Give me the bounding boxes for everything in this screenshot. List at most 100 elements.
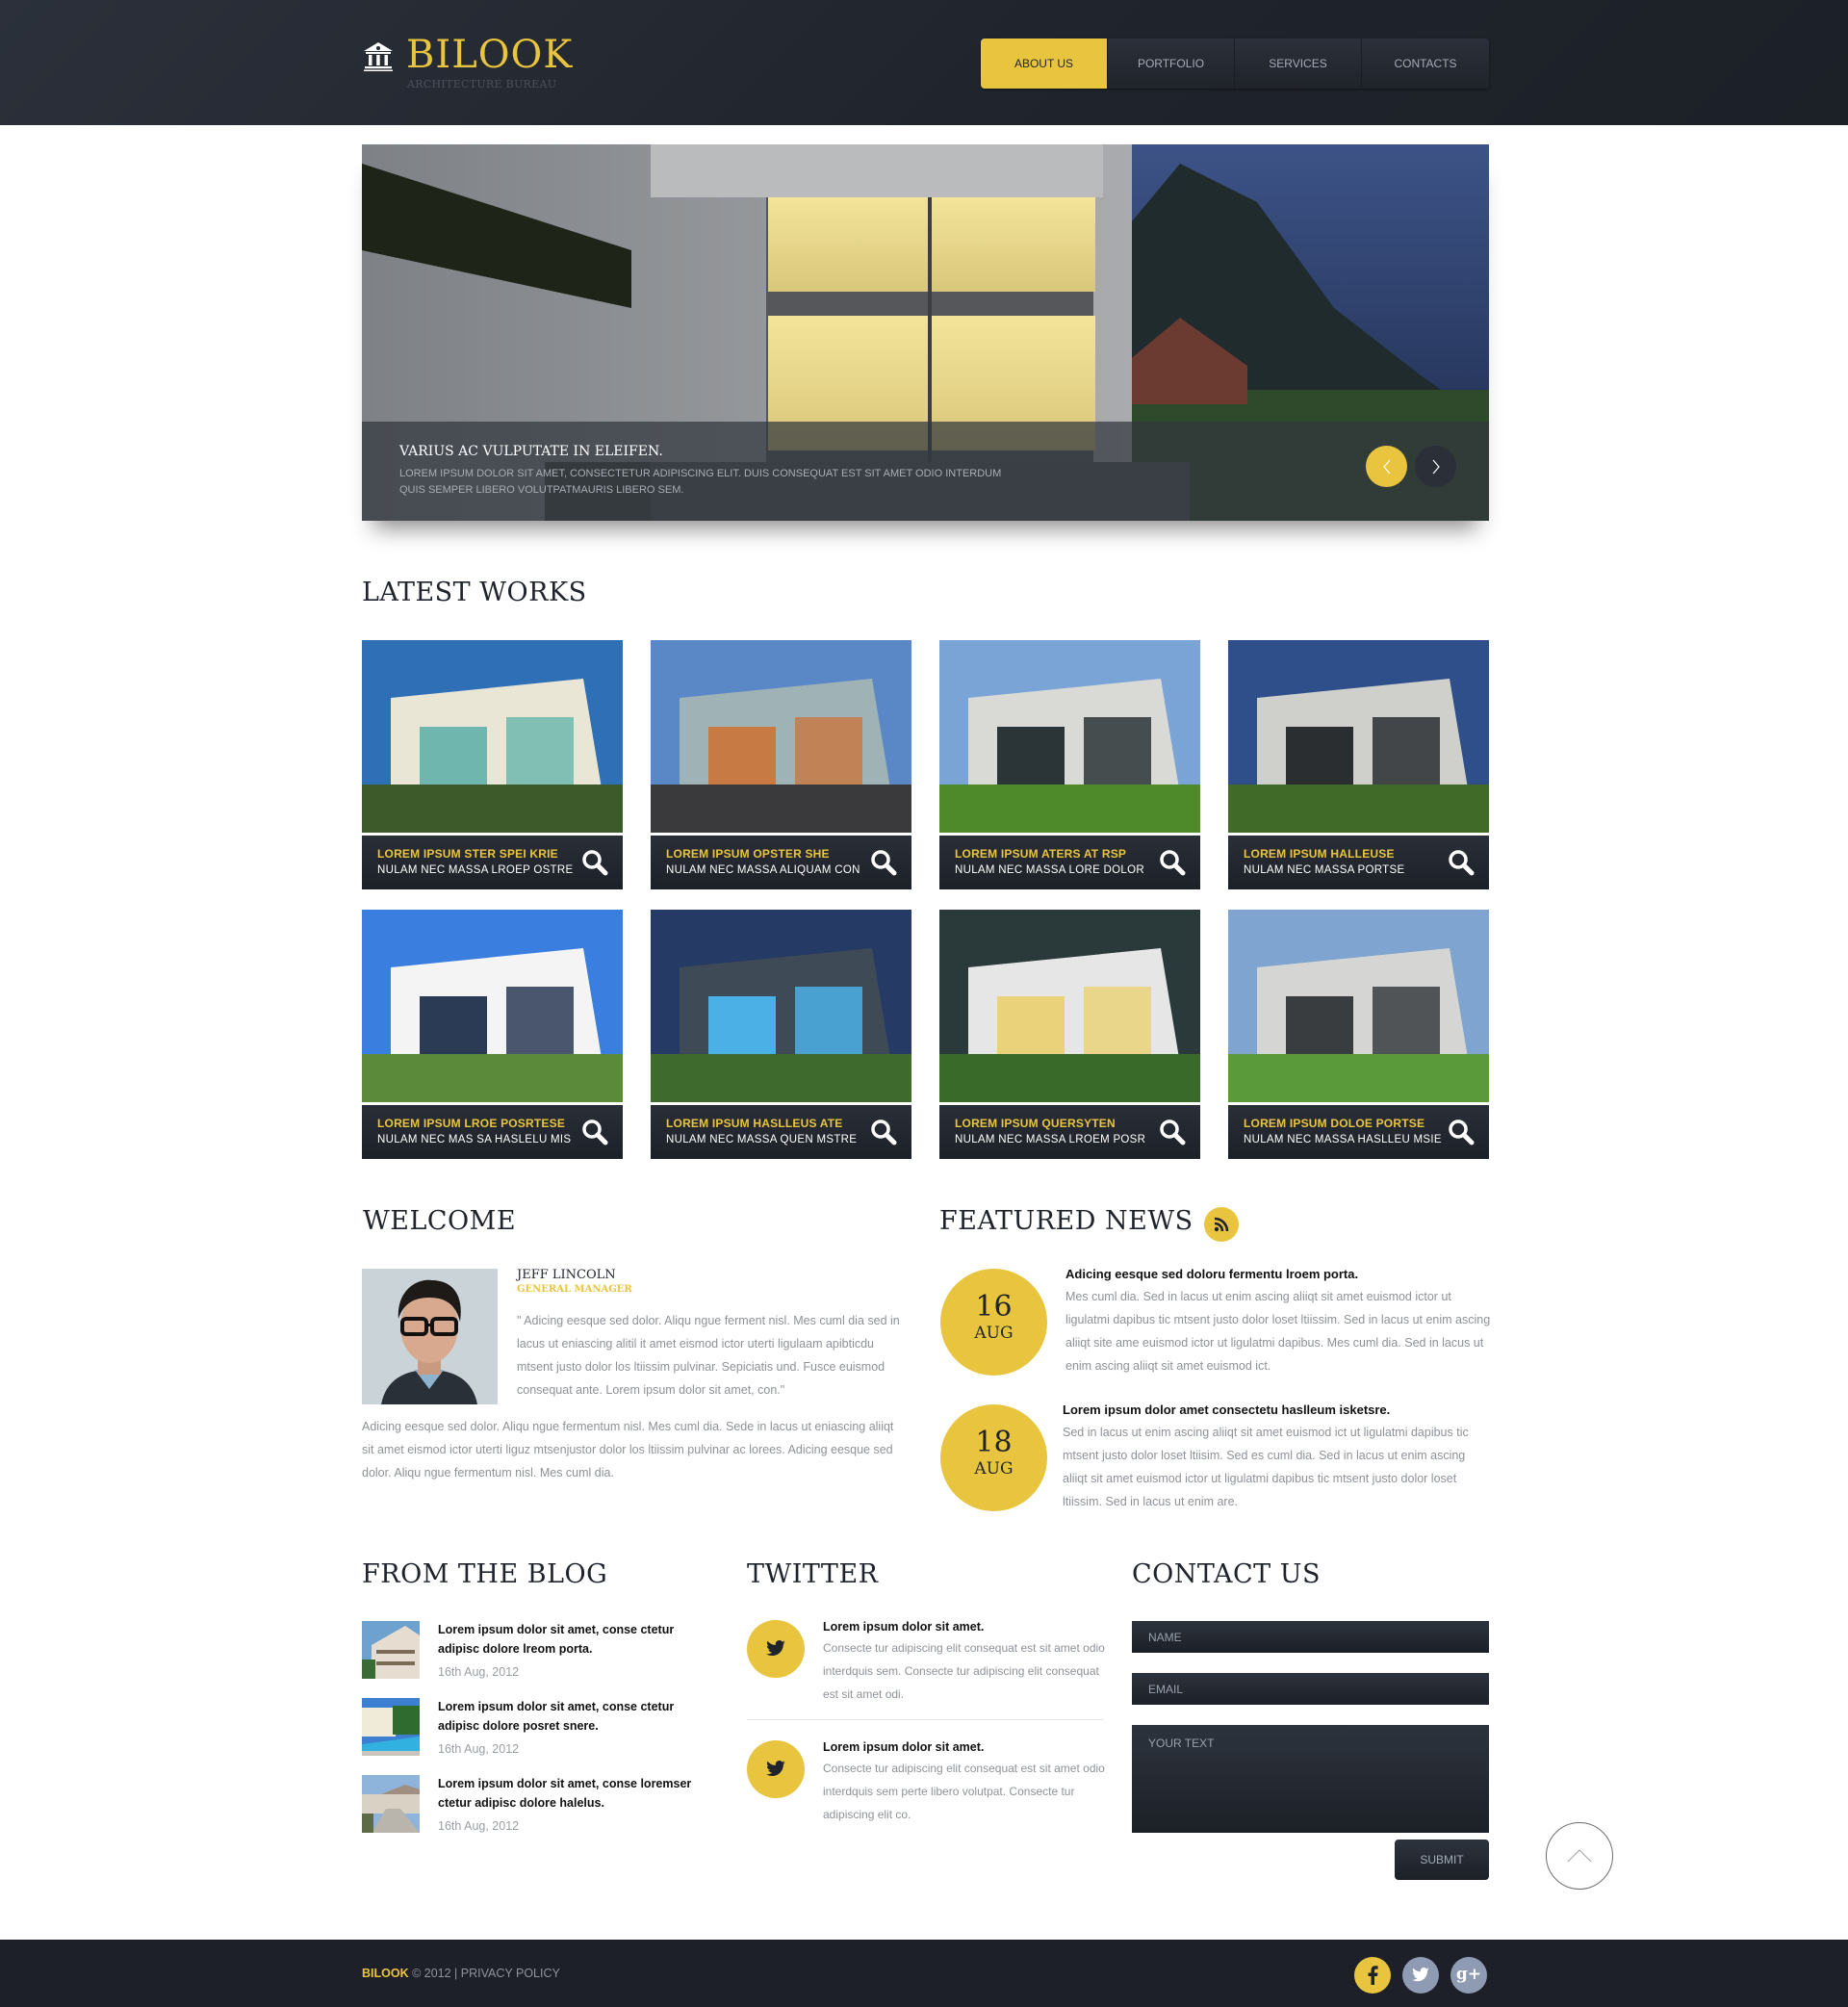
submit-button[interactable]: SUBMIT [1395,1840,1489,1880]
news-text: Sed in lacus ut enim ascing aliiqt sit a… [1063,1426,1469,1508]
work-card[interactable]: LOREM IPSUM DOLOE PORTSE NULAM NEC MASSA… [1228,910,1489,1159]
blog-post-date: 16th Aug, 2012 [438,1819,520,1833]
blog-post-title[interactable]: Lorem ipsum dolor sit amet, conse ctetur… [438,1620,717,1659]
search-icon[interactable] [1159,1119,1186,1145]
work-caption: LOREM IPSUM HASLLEUS ATE NULAM NEC MASSA… [651,1105,911,1159]
email-field[interactable] [1132,1673,1489,1705]
work-title[interactable]: LOREM IPSUM DOLOE PORTSE [1244,1117,1424,1130]
google-plus-button[interactable]: g+ [1450,1957,1487,1994]
slide-title: VARIUS AC VULPUTATE IN ELEIFEN. [399,444,663,459]
search-icon[interactable] [870,849,897,876]
blog-thumbnail[interactable] [362,1775,420,1833]
work-image[interactable] [362,640,623,833]
blog-post-date: 16th Aug, 2012 [438,1665,520,1679]
logo[interactable]: BILOOK ARCHITECTURE BUREAU [362,33,574,90]
work-title[interactable]: LOREM IPSUM QUERSYTEN [955,1117,1116,1130]
work-caption: LOREM IPSUM OPSTER SHE NULAM NEC MASSA A… [651,836,911,889]
chevron-up-icon [1567,1849,1592,1863]
blog-post-title[interactable]: Lorem ipsum dolor sit amet, conse lorems… [438,1774,717,1813]
logo-title: BILOOK [406,33,574,77]
work-title[interactable]: LOREM IPSUM LROE POSRTESE [377,1117,565,1130]
work-card[interactable]: LOREM IPSUM HASLLEUS ATE NULAM NEC MASSA… [651,910,911,1159]
work-title[interactable]: LOREM IPSUM OPSTER SHE [666,847,830,861]
building-columns-icon [364,42,393,71]
logo-tagline: ARCHITECTURE BUREAU [407,78,557,90]
blog-thumbnail[interactable] [362,1698,420,1756]
nav-about-us[interactable]: ABOUT US [981,39,1108,89]
back-to-top-button[interactable] [1546,1822,1613,1890]
blog-thumbnail[interactable] [362,1621,420,1679]
footer-copyright-text: © 2012 | [408,1967,461,1980]
nav-portfolio[interactable]: PORTFOLIO [1108,39,1235,89]
rss-icon [1214,1217,1229,1232]
search-icon[interactable] [1448,849,1475,876]
twitter-button[interactable] [1402,1957,1439,1994]
news-date-day: 18 [975,1426,1013,1459]
twitter-heading: TWITTER [747,1559,879,1589]
work-card[interactable]: LOREM IPSUM LROE POSRTESE NULAM NEC MAS … [362,910,623,1159]
welcome-text: Adicing eesque sed dolor. Aliqu ngue fer… [362,1420,894,1480]
chevron-right-icon [1432,459,1440,474]
work-subtitle: NULAM NEC MASSA ALIQUAM CON [666,864,860,876]
search-icon[interactable] [1448,1119,1475,1145]
news-date-month: AUG [974,1459,1014,1479]
work-image[interactable] [1228,640,1489,833]
facebook-icon [1368,1966,1378,1985]
manager-name: JEFF LINCOLN [517,1268,616,1282]
rss-button[interactable] [1204,1207,1239,1242]
tweet-text: Consecte tur adipiscing elit consequat e… [823,1762,1105,1821]
main-nav: ABOUT US PORTFOLIO SERVICES CONTACTS [981,39,1489,89]
news-date-month: AUG [974,1324,1014,1343]
work-caption: LOREM IPSUM HALLEUSE NULAM NEC MASSA POR… [1228,836,1489,889]
work-card[interactable]: LOREM IPSUM ATERS AT RSP NULAM NEC MASSA… [939,640,1200,889]
slider-prev-button[interactable] [1366,446,1407,487]
contact-heading: CONTACT US [1132,1559,1321,1589]
search-icon[interactable] [1159,849,1186,876]
slider-next-button[interactable] [1415,446,1456,487]
footer: BILOOK © 2012 | PRIVACY POLICY g+ [0,1940,1848,2007]
work-caption: LOREM IPSUM LROE POSRTESE NULAM NEC MAS … [362,1105,623,1159]
message-field[interactable] [1132,1725,1489,1833]
work-subtitle: NULAM NEC MASSA LORE DOLOR [955,864,1144,876]
twitter-icon [1412,1968,1429,1982]
manager-avatar [362,1269,498,1404]
facebook-button[interactable] [1354,1957,1391,1994]
privacy-policy-link[interactable]: PRIVACY POLICY [461,1967,560,1980]
news-date-day: 16 [975,1290,1013,1324]
blog-heading: FROM THE BLOG [362,1559,608,1589]
work-image[interactable] [362,910,623,1102]
work-card[interactable]: LOREM IPSUM HALLEUSE NULAM NEC MASSA POR… [1228,640,1489,889]
chevron-left-icon [1382,459,1390,474]
slide-text: LOREM IPSUM DOLOR SIT AMET, CONSECTETUR … [399,468,1002,496]
news-title[interactable]: Adicing eesque sed doloru fermentu lroem… [1065,1267,1358,1281]
work-card[interactable]: LOREM IPSUM STER SPEI KRIE NULAM NEC MAS… [362,640,623,889]
work-image[interactable] [1228,910,1489,1102]
tweet-avatar [747,1620,805,1678]
tweet-avatar [747,1740,805,1798]
work-subtitle: NULAM NEC MASSA QUEN MSTRE [666,1134,858,1145]
nav-contacts[interactable]: CONTACTS [1362,39,1489,89]
work-title[interactable]: LOREM IPSUM HASLLEUS ATE [666,1117,842,1130]
work-title[interactable]: LOREM IPSUM ATERS AT RSP [955,847,1126,861]
manager-role: GENERAL MANAGER [517,1284,632,1295]
work-image[interactable] [939,640,1200,833]
google-plus-icon: g+ [1455,1964,1482,1984]
nav-services[interactable]: SERVICES [1235,39,1362,89]
tweet-title: Lorem ipsum dolor sit amet. [823,1740,985,1754]
search-icon[interactable] [870,1119,897,1145]
work-caption: LOREM IPSUM STER SPEI KRIE NULAM NEC MAS… [362,836,623,889]
name-field[interactable] [1132,1621,1489,1653]
search-icon[interactable] [581,1119,608,1145]
work-title[interactable]: LOREM IPSUM STER SPEI KRIE [377,847,558,861]
work-image[interactable] [651,640,911,833]
news-date-badge: 18 AUG [940,1404,1047,1511]
tweet-title: Lorem ipsum dolor sit amet. [823,1620,985,1634]
work-card[interactable]: LOREM IPSUM OPSTER SHE NULAM NEC MASSA A… [651,640,911,889]
work-image[interactable] [939,910,1200,1102]
search-icon[interactable] [581,849,608,876]
blog-post-title[interactable]: Lorem ipsum dolor sit amet, conse ctetur… [438,1697,717,1736]
work-title[interactable]: LOREM IPSUM HALLEUSE [1244,847,1395,861]
work-image[interactable] [651,910,911,1102]
news-title[interactable]: Lorem ipsum dolor amet consectetu haslle… [1063,1402,1390,1417]
work-card[interactable]: LOREM IPSUM QUERSYTEN NULAM NEC MASSA LR… [939,910,1200,1159]
